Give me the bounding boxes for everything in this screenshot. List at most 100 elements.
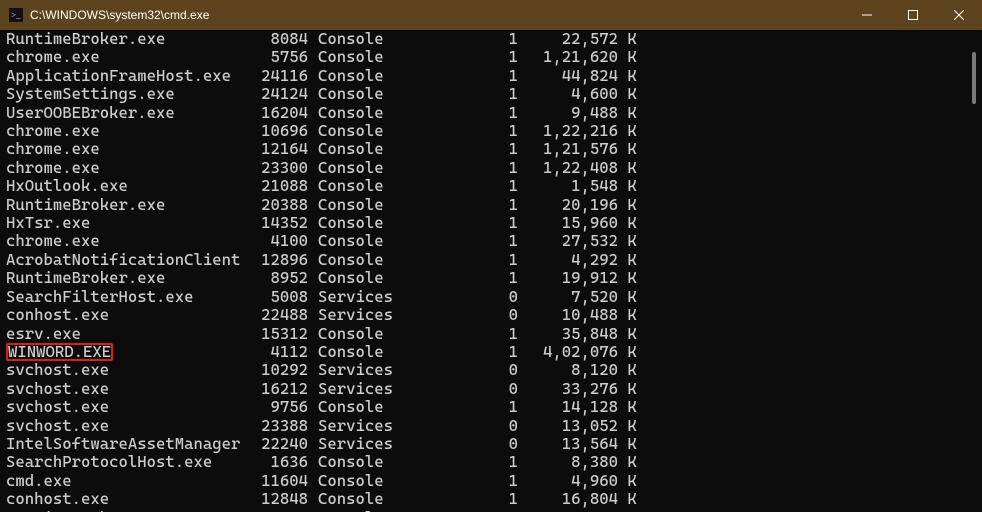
session-name: Console (318, 104, 398, 122)
session-name: Services (318, 417, 398, 435)
svg-text:>_: >_ (11, 10, 21, 20)
memory-usage: 22,572 (518, 30, 618, 48)
process-name: chrome.exe (6, 140, 238, 158)
close-button[interactable] (936, 0, 982, 30)
memory-usage: 8,120 (518, 361, 618, 379)
process-pid: 8952 (238, 269, 308, 287)
process-name: HxOutlook.exe (6, 177, 238, 195)
memory-usage: 33,276 (518, 380, 618, 398)
session-number: 1 (398, 140, 518, 158)
session-name: Console (318, 453, 398, 471)
memory-usage: 1,21,576 (518, 140, 618, 158)
minimize-button[interactable] (844, 0, 890, 30)
memory-usage: 27,532 (518, 232, 618, 250)
process-row: SystemSettings.exe24124 Console14,600 K (6, 85, 976, 103)
process-name: ApplicationFrameHost.exe (6, 67, 238, 85)
process-row: conhost.exe22488 Services010,488 K (6, 306, 976, 324)
process-pid: 4100 (238, 232, 308, 250)
session-name: Services (318, 306, 398, 324)
process-row: chrome.exe4100 Console127,532 K (6, 232, 976, 250)
process-row: esrv.exe15312 Console135,848 K (6, 325, 976, 343)
session-name: Console (318, 140, 398, 158)
session-name: Console (318, 509, 398, 512)
session-name: Console (318, 325, 398, 343)
session-name: Console (318, 122, 398, 140)
session-number: 0 (398, 288, 518, 306)
session-name: Console (318, 490, 398, 508)
process-name: RuntimeBroker.exe (6, 269, 238, 287)
session-name: Console (318, 177, 398, 195)
process-pid: 14352 (238, 214, 308, 232)
memory-usage: 15,960 (518, 214, 618, 232)
memory-unit: K (618, 140, 637, 158)
memory-usage: 44,824 (518, 67, 618, 85)
process-list: RuntimeBroker.exe8084 Console122,572 K ch… (6, 30, 976, 512)
memory-unit: K (618, 214, 637, 232)
process-row: RuntimeBroker.exe20388 Console120,196 K (6, 196, 976, 214)
process-name: SearchFilterHost.exe (6, 288, 238, 306)
session-number: 1 (398, 67, 518, 85)
session-number: 1 (398, 196, 518, 214)
session-number: 0 (398, 361, 518, 379)
memory-unit: K (618, 472, 637, 490)
session-number: 1 (398, 177, 518, 195)
session-number: 1 (398, 472, 518, 490)
session-number: 1 (398, 214, 518, 232)
session-name: Services (318, 435, 398, 453)
session-name: Console (318, 196, 398, 214)
window-title: C:\WINDOWS\system32\cmd.exe (30, 8, 209, 22)
process-name: chrome.exe (6, 232, 238, 250)
terminal-area[interactable]: RuntimeBroker.exe8084 Console122,572 K ch… (0, 30, 982, 512)
session-name: Services (318, 380, 398, 398)
memory-unit: K (618, 159, 637, 177)
process-pid: 11604 (238, 472, 308, 490)
memory-usage: 1,22,216 (518, 122, 618, 140)
process-row: chrome.exe12164 Console11,21,576 K (6, 140, 976, 158)
memory-usage: 13,052 (518, 417, 618, 435)
process-name: svchost.exe (6, 417, 238, 435)
process-name: HxTsr.exe (6, 214, 238, 232)
title-bar[interactable]: >_ C:\WINDOWS\system32\cmd.exe (0, 0, 982, 30)
memory-unit: K (618, 361, 637, 379)
memory-unit: K (618, 232, 637, 250)
maximize-button[interactable] (890, 0, 936, 30)
process-row: RuntimeBroker.exe8952 Console119,912 K (6, 269, 976, 287)
session-name: Console (318, 269, 398, 287)
session-number: 0 (398, 417, 518, 435)
session-number: 1 (398, 325, 518, 343)
memory-usage: 25,968 (518, 509, 618, 512)
session-number: 1 (398, 159, 518, 177)
session-name: Console (318, 251, 398, 269)
memory-usage: 7,520 (518, 288, 618, 306)
process-pid: 21088 (238, 177, 308, 195)
process-row: RuntimeBroker.exe8084 Console122,572 K (6, 30, 976, 48)
process-pid: 1636 (238, 453, 308, 471)
process-pid: 9704 (238, 509, 308, 512)
process-row: svchost.exe23388 Services013,052 K (6, 417, 976, 435)
process-name: svchost.exe (6, 361, 238, 379)
session-number: 0 (398, 380, 518, 398)
process-pid: 9756 (238, 398, 308, 416)
memory-unit: K (618, 30, 637, 48)
session-number: 1 (398, 232, 518, 250)
session-name: Console (318, 232, 398, 250)
vertical-scrollbar[interactable] (972, 52, 976, 104)
process-name: IntelSoftwareAssetManager (6, 435, 238, 453)
session-number: 1 (398, 122, 518, 140)
memory-unit: K (618, 288, 637, 306)
memory-usage: 10,488 (518, 306, 618, 324)
process-name: esrv.exe (6, 325, 238, 343)
process-pid: 4112 (238, 343, 308, 361)
session-name: Console (318, 398, 398, 416)
process-row: conhost.exe12848 Console116,804 K (6, 490, 976, 508)
process-name: WINWORD.EXE (6, 343, 238, 361)
process-row: SearchProtocolHost.exe1636 Console18,380… (6, 453, 976, 471)
process-pid: 16204 (238, 104, 308, 122)
memory-usage: 1,548 (518, 177, 618, 195)
memory-usage: 1,21,620 (518, 48, 618, 66)
memory-usage: 13,564 (518, 435, 618, 453)
process-pid: 22488 (238, 306, 308, 324)
memory-usage: 35,848 (518, 325, 618, 343)
memory-unit: K (618, 85, 637, 103)
process-pid: 22240 (238, 435, 308, 453)
